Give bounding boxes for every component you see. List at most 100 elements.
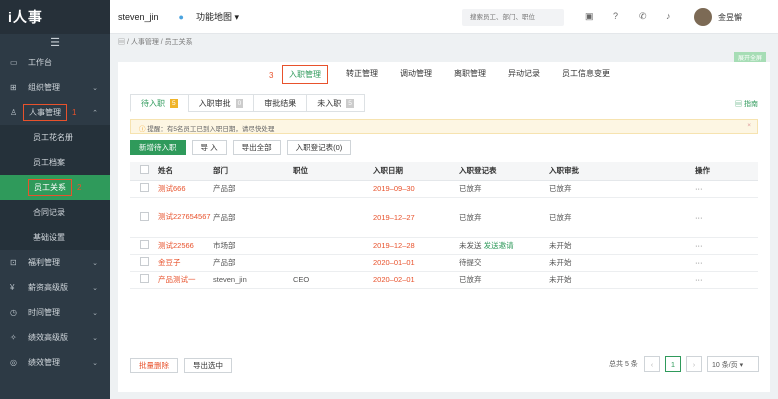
export-all-button[interactable]: 导出全部 [232, 140, 281, 155]
sidebar-sub-relations[interactable]: 员工关系 2 [0, 175, 110, 200]
warning-icon: ⓘ [139, 126, 146, 133]
username[interactable]: 金昱懈 [718, 12, 742, 23]
company-name: steven_jin [118, 11, 159, 22]
chevron-down-icon: ⌄ [92, 84, 98, 92]
tab-info-change[interactable]: 员工信息变更 [562, 68, 610, 84]
sidebar-item-hr[interactable]: ♙ 人事管理 1 ⌃ [0, 100, 110, 125]
subtab-result[interactable]: 审批结果 [253, 94, 308, 112]
tab-resignation[interactable]: 离职管理 [454, 68, 486, 84]
table-row: 测试22566 市场部 2019–12–28 未发送 发送邀请 未开始 ··· [130, 237, 758, 255]
subtab-approval[interactable]: 入职审批 0 [187, 94, 255, 112]
close-icon[interactable]: × [747, 122, 751, 129]
select-all-checkbox[interactable] [140, 165, 149, 175]
table-row: 测试666 产品部 2019–09–30 已放弃 已放弃 ··· [130, 180, 758, 198]
sidebar-sub-contracts[interactable]: 合同记录 [0, 200, 110, 225]
salary-icon: ¥ [10, 283, 15, 292]
help-icon[interactable]: ? [613, 11, 618, 21]
avatar[interactable] [694, 8, 712, 26]
main-card: 3 入职管理 转正管理 调动管理 离职管理 异动记录 员工信息变更 待入职 5 入… [118, 62, 770, 392]
guide-link[interactable]: ▤ 指南 [735, 99, 758, 109]
import-button[interactable]: 导 入 [191, 140, 227, 155]
row-checkbox[interactable] [140, 274, 149, 283]
org-icon: ⊞ [10, 83, 17, 92]
sidebar-sub-settings[interactable]: 基础设置 [0, 225, 110, 250]
notice-bar: ⓘ 提醒：有5名员工已到入职日期，请尽快处理 × [130, 119, 758, 134]
total-count: 总共 5 条 [609, 361, 638, 368]
sidebar: i人事 ☰ ▭ 工作台 ⊞ 组织管理 ⌄ ♙ 人事管理 1 ⌃ 员工花名册 员工档案 员工关… [0, 0, 110, 399]
logo[interactable]: i人事 [0, 0, 110, 34]
sidebar-item-perf-adv[interactable]: ✧ 绩效高级版 ⌄ [0, 325, 110, 350]
step-marker: 2 [77, 183, 82, 192]
sidebar-item-time[interactable]: ◷ 时间管理 ⌄ [0, 300, 110, 325]
page-number[interactable]: 1 [665, 356, 681, 372]
sidebar-item-org[interactable]: ⊞ 组织管理 ⌄ [0, 75, 110, 100]
count-badge: 0 [235, 98, 244, 108]
next-page-icon[interactable]: › [686, 356, 702, 372]
employee-name-link[interactable]: 金豆子 [158, 254, 213, 272]
subtab-not-joined[interactable]: 未入职 5 [306, 94, 365, 112]
tab-onboarding[interactable]: 入职管理 [282, 65, 328, 84]
table-row: 金豆子 产品部 2020–01–01 待提交 未开始 ··· [130, 254, 758, 272]
more-icon[interactable]: ··· [695, 254, 758, 272]
globe-icon[interactable]: ● [179, 12, 184, 22]
add-pending-button[interactable]: 新增待入职 [130, 140, 186, 155]
page-size-select[interactable]: 10 条/页 ▾ [707, 356, 759, 372]
registration-form-button[interactable]: 入职登记表(0) [286, 140, 352, 155]
col-position[interactable]: 职位 [293, 162, 373, 181]
monitor-icon: ▭ [10, 58, 18, 67]
row-checkbox[interactable] [140, 240, 149, 249]
employee-name-link[interactable]: 测试22566 [158, 237, 213, 255]
tab-change-log[interactable]: 异动记录 [508, 68, 540, 84]
sidebar-item-welfare[interactable]: ⊡ 福利管理 ⌄ [0, 250, 110, 275]
chevron-down-icon: ⌄ [92, 309, 98, 317]
chevron-down-icon: ⌄ [92, 334, 98, 342]
bell-icon[interactable]: ♪ [666, 11, 671, 21]
employee-name-link[interactable]: 产品测试一 [158, 271, 213, 289]
breadcrumb: ▤ / 人事管理 / 员工关系 [118, 39, 193, 46]
subtab-pending[interactable]: 待入职 5 [130, 94, 189, 112]
col-ops: 操作 [695, 162, 758, 181]
gift-icon: ⊡ [10, 258, 17, 267]
person-icon: ♙ [10, 108, 18, 117]
step-marker: 3 [269, 71, 274, 80]
sidebar-item-workbench[interactable]: ▭ 工作台 [0, 50, 110, 75]
table-row: 测试227654567 产品部 2019–12–27 已放弃 已放弃 ··· [130, 197, 758, 238]
row-checkbox[interactable] [140, 183, 149, 192]
tab-bar: 入职管理 转正管理 调动管理 离职管理 异动记录 员工信息变更 [282, 65, 632, 84]
phone-icon[interactable]: ✆ [639, 11, 647, 22]
col-name[interactable]: 姓名 [158, 162, 213, 181]
play-icon[interactable]: ▣ [585, 11, 594, 22]
sidebar-item-label: 人事管理 [23, 104, 67, 121]
tab-transfer[interactable]: 调动管理 [400, 68, 432, 84]
employee-table: 姓名 部门 职位 入职日期 入职登记表 入职审批 操作 测试666 产品部 20… [130, 162, 758, 289]
batch-delete-button[interactable]: 批量删除 [130, 358, 178, 373]
menu-toggle-icon[interactable]: ☰ [0, 34, 110, 50]
sidebar-sub-profile[interactable]: 员工档案 [0, 150, 110, 175]
tab-probation[interactable]: 转正管理 [346, 68, 378, 84]
employee-name-link[interactable]: 测试227654567 [158, 197, 213, 238]
col-dept[interactable]: 部门 [213, 162, 293, 181]
employee-name-link[interactable]: 测试666 [158, 180, 213, 198]
more-icon[interactable]: ··· [695, 237, 758, 255]
step-marker: 1 [72, 108, 77, 117]
col-date[interactable]: 入职日期 [373, 162, 459, 181]
search-input[interactable] [462, 9, 564, 26]
sidebar-sub-roster[interactable]: 员工花名册 [0, 125, 110, 150]
row-checkbox[interactable] [140, 257, 149, 266]
sidebar-item-salary[interactable]: ¥ 薪资高级版 ⌄ [0, 275, 110, 300]
prev-page-icon[interactable]: ‹ [644, 356, 660, 372]
function-map-menu[interactable]: 功能地图 ▾ [196, 10, 239, 23]
sidebar-item-perf[interactable]: ◎ 绩效管理 ⌄ [0, 350, 110, 375]
col-registration[interactable]: 入职登记表 [459, 162, 549, 181]
table-row: 产品测试一 steven_jin CEO 2020–02–01 已放弃 未开始 … [130, 271, 758, 289]
more-icon[interactable]: ··· [695, 197, 758, 238]
col-approval[interactable]: 入职审批 [549, 162, 695, 181]
topbar: steven_jin ● 功能地图 ▾ ▣ ? ✆ ♪ 金昱懈 [110, 0, 778, 34]
more-icon[interactable]: ··· [695, 180, 758, 198]
more-icon[interactable]: ··· [695, 271, 758, 289]
export-selected-button[interactable]: 导出选中 [184, 358, 232, 373]
performance-icon: ✧ [10, 333, 17, 342]
send-invite-link[interactable]: 发送邀请 [484, 241, 514, 250]
subtab-bar: 待入职 5 入职审批 0 审批结果 未入职 5 [130, 94, 365, 112]
row-checkbox[interactable] [140, 211, 149, 221]
